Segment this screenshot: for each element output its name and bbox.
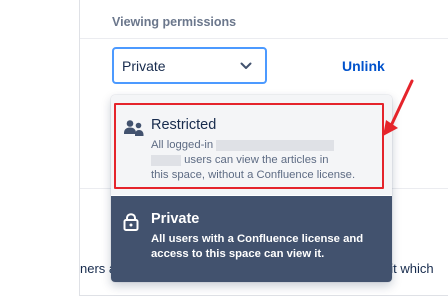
option-private[interactable]: Private All users with a Confluence lice… <box>111 196 392 282</box>
redacted-text <box>216 139 335 151</box>
unlink-link[interactable]: Unlink <box>342 58 385 74</box>
option-title: Restricted <box>151 117 217 133</box>
chevron-down-icon <box>239 59 253 73</box>
desc-line: access to this space can view it. <box>151 248 325 260</box>
permissions-dropdown-menu: Restricted All logged-in users can view … <box>111 95 392 282</box>
desc-line: users can view the articles in <box>184 154 329 166</box>
option-restricted[interactable]: Restricted All logged-in users can view … <box>111 95 392 195</box>
option-description: All logged-in users can view the article… <box>151 138 384 183</box>
select-value: Private <box>122 57 166 74</box>
redacted-text <box>151 154 181 166</box>
background-text: nit which <box>383 261 434 276</box>
people-icon <box>123 117 151 195</box>
lock-icon <box>123 211 151 282</box>
option-title: Private <box>151 211 200 227</box>
viewing-permissions-select[interactable]: Private <box>112 47 267 84</box>
divider <box>80 38 448 39</box>
desc-line: All logged-in <box>151 139 214 151</box>
option-description: All users with a Confluence license and … <box>151 232 384 262</box>
viewing-permissions-label: Viewing permissions <box>112 15 237 29</box>
desc-line: this space, without a Confluence license… <box>151 169 356 181</box>
desc-line: All users with a Confluence license and <box>151 233 364 245</box>
